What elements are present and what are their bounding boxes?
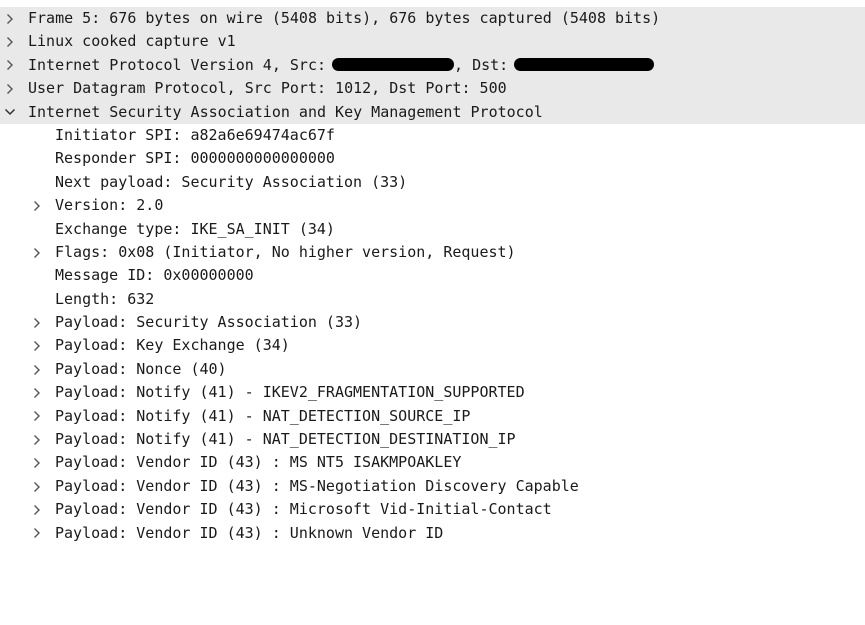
- tree-row-expandable[interactable]: Payload: Notify (41) - IKEV2_FRAGMENTATI…: [0, 381, 865, 404]
- tree-row-expandable[interactable]: Payload: Vendor ID (43) : MS-Negotiation…: [0, 475, 865, 498]
- tree-row-field[interactable]: Next payload: Security Association (33): [0, 171, 865, 194]
- src-address-redaction: [332, 57, 455, 71]
- chevron-right-icon[interactable]: [30, 451, 44, 474]
- chevron-right-icon[interactable]: [30, 241, 44, 264]
- tree-row-label: Payload: Vendor ID (43) : Microsoft Vid-…: [55, 500, 552, 519]
- tree-row-expandable[interactable]: Payload: Notify (41) - NAT_DETECTION_DES…: [0, 428, 865, 451]
- tree-row-field[interactable]: Length: 632: [0, 288, 865, 311]
- chevron-right-icon[interactable]: [30, 194, 44, 217]
- chevron-right-icon[interactable]: [30, 381, 44, 404]
- chevron-right-icon[interactable]: [3, 77, 17, 100]
- isakmp-field-list: Initiator SPI: a82a6e69474ac67f Responder…: [0, 124, 865, 545]
- chevron-right-icon[interactable]: [30, 311, 44, 334]
- tree-row-expandable[interactable]: Payload: Vendor ID (43) : Microsoft Vid-…: [0, 498, 865, 521]
- tree-row-expandable[interactable]: Payload: Vendor ID (43) : MS NT5 ISAKMPO…: [0, 451, 865, 474]
- tree-row-expandable[interactable]: Flags: 0x08 (Initiator, No higher versio…: [0, 241, 865, 264]
- tree-row-label: Payload: Vendor ID (43) : MS NT5 ISAKMPO…: [55, 453, 462, 472]
- tree-row-expandable[interactable]: Payload: Nonce (40): [0, 358, 865, 381]
- chevron-down-icon[interactable]: [3, 101, 17, 124]
- tree-row-label: Frame 5: 676 bytes on wire (5408 bits), …: [28, 9, 661, 27]
- tree-row-label: Linux cooked capture v1: [28, 32, 236, 51]
- tree-row-label: Flags: 0x08 (Initiator, No higher versio…: [55, 242, 516, 261]
- tree-row-label: Message ID: 0x00000000: [55, 266, 254, 285]
- tree-row-label: Payload: Notify (41) - NAT_DETECTION_DES…: [55, 430, 516, 449]
- tree-row-label: User Datagram Protocol, Src Port: 1012, …: [28, 79, 507, 98]
- tree-row-field[interactable]: Exchange type: IKE_SA_INIT (34): [0, 218, 865, 241]
- tree-row-expandable[interactable]: Payload: Key Exchange (34): [0, 334, 865, 357]
- tree-row-label: Payload: Vendor ID (43) : MS-Negotiation…: [55, 476, 579, 495]
- tree-row-linux-cooked-capture[interactable]: Linux cooked capture v1: [0, 30, 865, 54]
- tree-row-label: Length: 632: [55, 289, 155, 308]
- chevron-right-icon[interactable]: [30, 498, 44, 521]
- tree-row-label: Payload: Nonce (40): [55, 359, 227, 378]
- chevron-right-icon[interactable]: [3, 54, 17, 77]
- dst-address-redaction: [514, 57, 655, 71]
- tree-row-expandable[interactable]: Payload: Notify (41) - NAT_DETECTION_SOU…: [0, 405, 865, 428]
- tree-row-label: Payload: Security Association (33): [55, 313, 363, 332]
- tree-row-label: Exchange type: IKE_SA_INIT (34): [55, 219, 335, 238]
- tree-row-expandable[interactable]: Payload: Security Association (33): [0, 311, 865, 334]
- tree-row-isakmp[interactable]: Internet Security Association and Key Ma…: [0, 100, 865, 124]
- tree-row-field[interactable]: Responder SPI: 0000000000000000: [0, 147, 865, 170]
- chevron-right-icon[interactable]: [3, 7, 17, 30]
- chevron-right-icon[interactable]: [30, 405, 44, 428]
- tree-row-expandable[interactable]: Payload: Vendor ID (43) : Unknown Vendor…: [0, 522, 865, 545]
- chevron-right-icon[interactable]: [30, 358, 44, 381]
- chevron-right-icon[interactable]: [30, 522, 44, 545]
- tree-row-label: Payload: Key Exchange (34): [55, 336, 290, 355]
- ipv4-src-label: Internet Protocol Version 4, Src:: [28, 55, 327, 74]
- tree-row-field[interactable]: Message ID: 0x00000000: [0, 264, 865, 287]
- chevron-right-icon[interactable]: [3, 30, 17, 53]
- chevron-right-icon[interactable]: [30, 334, 44, 357]
- tree-row-frame[interactable]: Frame 5: 676 bytes on wire (5408 bits), …: [0, 7, 865, 31]
- tree-row-ipv4[interactable]: Internet Protocol Version 4, Src: , Dst:: [0, 53, 865, 78]
- tree-row-label: Internet Protocol Version 4, Src: , Dst:: [28, 54, 655, 77]
- tree-row-label: Payload: Notify (41) - IKEV2_FRAGMENTATI…: [55, 383, 525, 402]
- tree-row-expandable[interactable]: Version: 2.0: [0, 194, 865, 217]
- ipv4-dst-label: , Dst:: [454, 55, 509, 74]
- packet-details-tree: Frame 5: 676 bytes on wire (5408 bits), …: [0, 7, 865, 545]
- chevron-right-icon[interactable]: [30, 475, 44, 498]
- tree-row-label: Initiator SPI: a82a6e69474ac67f: [55, 125, 335, 144]
- tree-row-label: Payload: Notify (41) - NAT_DETECTION_SOU…: [55, 406, 471, 425]
- tree-row-label: Version: 2.0: [55, 196, 164, 215]
- tree-row-label: Payload: Vendor ID (43) : Unknown Vendor…: [55, 523, 444, 542]
- tree-row-label: Next payload: Security Association (33): [55, 172, 408, 191]
- tree-row-label: Responder SPI: 0000000000000000: [55, 149, 335, 168]
- tree-row-label: Internet Security Association and Key Ma…: [28, 102, 543, 121]
- chevron-right-icon[interactable]: [30, 428, 44, 451]
- tree-row-udp[interactable]: User Datagram Protocol, Src Port: 1012, …: [0, 77, 865, 101]
- tree-row-field[interactable]: Initiator SPI: a82a6e69474ac67f: [0, 124, 865, 147]
